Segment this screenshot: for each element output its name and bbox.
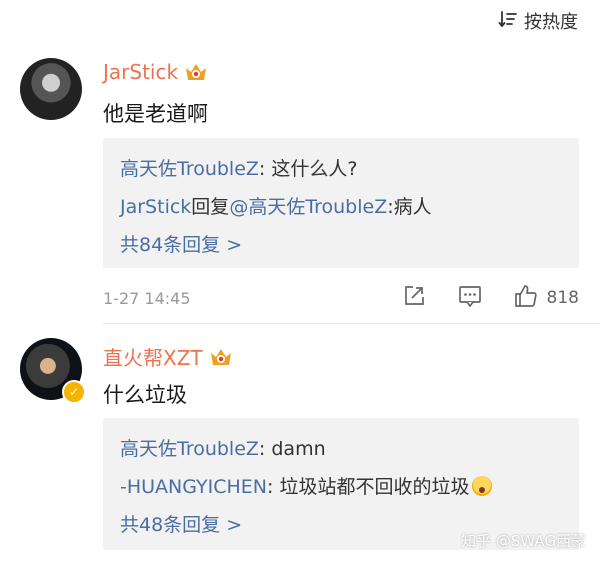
comment-meta: 1-27 14:45 818 [103,283,579,313]
comment-icon [457,283,483,313]
sort-label: 按热度 [524,12,578,33]
reply-text: 垃圾站都不回收的垃圾 [279,476,470,498]
more-replies-link[interactable]: 共48条回复 > [120,510,242,537]
watermark: 知乎 @SWAG西蒙 [461,532,586,550]
comment-text: 他是老道啊 [103,102,208,126]
reply-line: JarStick回复@高天佐TroubleZ:病人 [120,196,432,218]
avatar[interactable] [20,58,82,120]
reply-text: damn [271,438,326,460]
reply-line: 高天佐TroubleZ: 这什么人? [120,158,358,180]
comment-header: 直火帮XZT [103,342,233,371]
reply-author[interactable]: 高天佐TroubleZ [120,158,259,180]
comment-text: 什么垃圾 [103,383,187,407]
share-icon [401,283,427,313]
reply-line: -HUANGYICHEN: 垃圾站都不回收的垃圾 [120,472,492,499]
divider [103,323,600,324]
verified-badge-icon: ✓ [62,380,86,404]
reply-preview-box[interactable]: 高天佐TroubleZ: 这什么人? JarStick回复@高天佐Trouble… [103,138,579,268]
comment-actions: 818 [371,283,579,313]
comment-username[interactable]: 直火帮XZT [103,342,203,371]
reply-mention[interactable]: @高天佐TroubleZ [229,196,387,218]
comment-thread-page: 按热度 JarStick 他是老道啊 高天佐TroubleZ: 这什么人? Ja… [0,0,600,565]
like-button[interactable]: 818 [513,283,579,313]
comment-username[interactable]: JarStick [103,60,178,84]
emoji-scream-icon [471,476,492,496]
reply-author[interactable]: -HUANGYICHEN [120,476,267,498]
sort-by-heat-button[interactable]: 按热度 [498,8,578,34]
comment-header: JarStick [103,60,208,84]
like-icon [513,283,539,313]
reply-text: 病人 [393,196,432,218]
reply-author[interactable]: 高天佐TroubleZ [120,438,259,460]
share-button[interactable] [401,283,427,313]
sort-icon [498,9,518,34]
reply-button[interactable] [457,283,483,313]
more-replies-link[interactable]: 共84条回复 > [120,230,242,257]
reply-text: 这什么人? [271,158,358,180]
vip-crown-icon [209,346,233,368]
comment-timestamp: 1-27 14:45 [103,288,191,308]
reply-line: 高天佐TroubleZ: damn [120,438,326,460]
reply-author[interactable]: JarStick [120,196,191,218]
like-count: 818 [546,288,579,308]
vip-crown-icon [184,61,208,83]
